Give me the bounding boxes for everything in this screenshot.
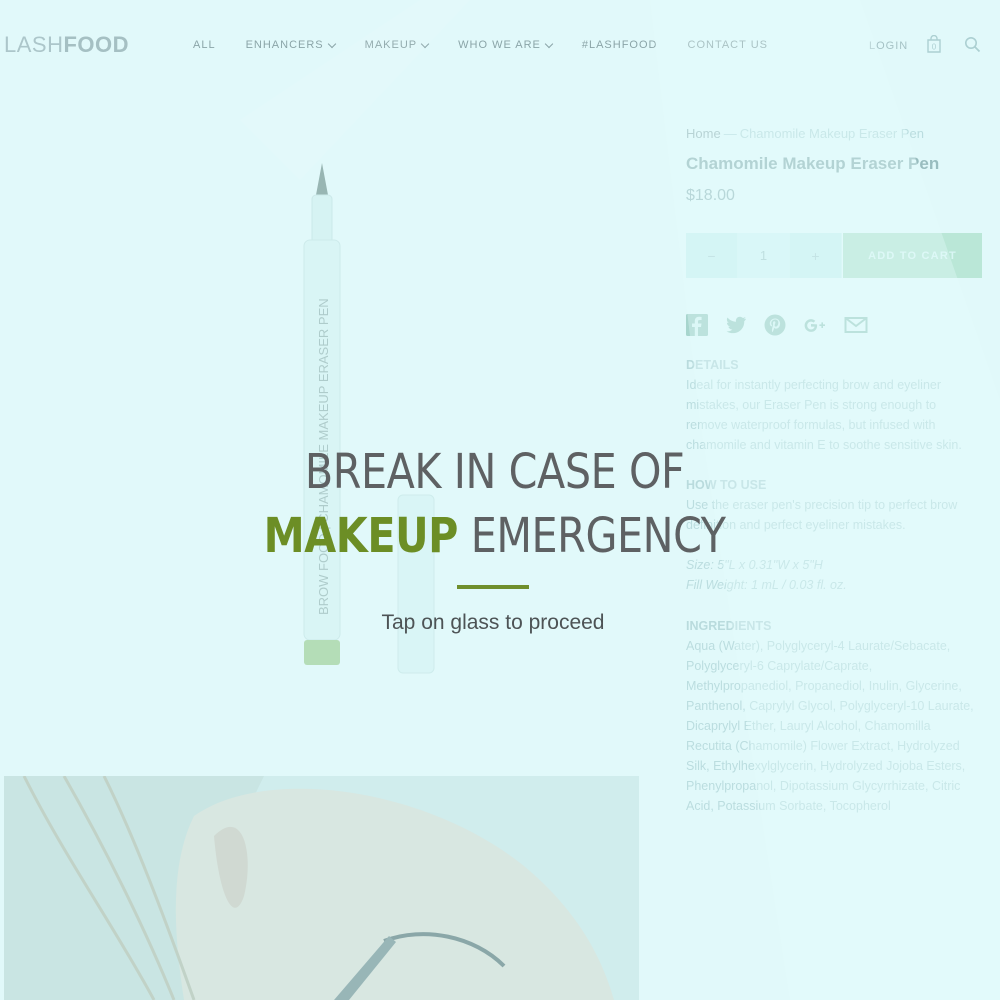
login-link[interactable]: LOGIN: [869, 40, 908, 52]
product-price: $18.00: [686, 187, 735, 204]
share-icons: [686, 314, 868, 336]
nav-label: WHO WE ARE: [458, 39, 541, 51]
ingredients-text: Aqua (Water), Polyglyceryl-4 Laurate/Seb…: [686, 639, 974, 813]
pen-neck: [311, 194, 333, 246]
pen-end-cap: [304, 640, 340, 665]
nav-item-contact-us[interactable]: CONTACT US: [688, 39, 769, 51]
product-image[interactable]: BROW FOOD | CHAMOMILE MAKEUP ERASER PEN: [290, 155, 450, 680]
headline-rest: EMERGENCY: [458, 508, 726, 564]
main-nav: ALL ENHANCERS MAKEUP WHO WE ARE #LASHFOO…: [193, 39, 798, 51]
qty-input[interactable]: 1: [738, 233, 790, 278]
product-page: LASHFOOD ALL ENHANCERS MAKEUP WHO WE ARE…: [0, 0, 1000, 1000]
reflection-streak: [240, 0, 470, 180]
accent-divider: [457, 585, 529, 589]
breadcrumb-home[interactable]: Home: [686, 126, 721, 141]
google-plus-icon[interactable]: [803, 314, 827, 336]
headline-line-2: MAKEUP EMERGENCY: [69, 504, 920, 568]
nav-item-enhancers[interactable]: ENHANCERS: [245, 39, 336, 51]
fill-weight-spec: Fill Weight: 1 mL / 0.03 fl. oz.: [686, 578, 847, 592]
breadcrumb-current: Chamomile Makeup Eraser Pen: [739, 126, 924, 141]
pen-tip: [316, 163, 328, 195]
brand-logo[interactable]: LASHFOOD: [4, 32, 129, 58]
facebook-icon[interactable]: [686, 314, 708, 336]
nav-label: CONTACT US: [687, 39, 768, 51]
chevron-down-icon: [327, 39, 336, 48]
nav-item-all[interactable]: ALL: [193, 39, 216, 51]
logo-text-bold: FOOD: [63, 32, 130, 57]
breadcrumb-separator: —: [723, 126, 737, 141]
chevron-down-icon: [420, 39, 430, 48]
nav-item-makeup[interactable]: MAKEUP: [364, 39, 430, 51]
quantity-stepper: − 1 +: [686, 233, 842, 278]
email-icon[interactable]: [844, 314, 868, 336]
chevron-down-icon: [544, 39, 554, 48]
twitter-icon[interactable]: [725, 314, 747, 336]
headline-highlight: MAKEUP: [263, 508, 459, 564]
pinterest-icon[interactable]: [764, 314, 786, 336]
search-icon[interactable]: [964, 36, 981, 53]
headline-line-1: BREAK IN CASE OF: [304, 444, 685, 500]
product-title: Chamomile Makeup Eraser Pen: [686, 154, 940, 173]
nav-label: MAKEUP: [364, 39, 418, 51]
qty-increase-button[interactable]: +: [790, 233, 842, 278]
overlay-headline: BREAK IN CASE OF MAKEUP EMERGENCY: [69, 440, 920, 568]
nav-item-lashfood[interactable]: #LASHFOOD: [582, 39, 658, 51]
nav-label: #LASHFOOD: [581, 39, 658, 51]
logo-text-light: LASH: [4, 32, 64, 57]
cart-count: 0: [932, 43, 937, 52]
tap-to-proceed[interactable]: Tap on glass to proceed: [0, 611, 986, 635]
ingredients: INGREDIENTS Aqua (Water), Polyglyceryl-4…: [686, 616, 976, 816]
shopping-bag-icon[interactable]: 0: [926, 35, 942, 53]
model-photo[interactable]: [4, 776, 639, 1000]
qty-decrease-button[interactable]: −: [686, 233, 738, 278]
add-to-cart-button[interactable]: ADD TO CART: [843, 233, 982, 278]
details-heading: DETAILS: [686, 358, 739, 372]
nav-item-who-we-are[interactable]: WHO WE ARE: [458, 39, 554, 51]
breadcrumb: Home — Chamomile Makeup Eraser Pen: [686, 126, 924, 141]
nav-label: ALL: [193, 39, 216, 51]
nav-label: ENHANCERS: [245, 39, 324, 51]
